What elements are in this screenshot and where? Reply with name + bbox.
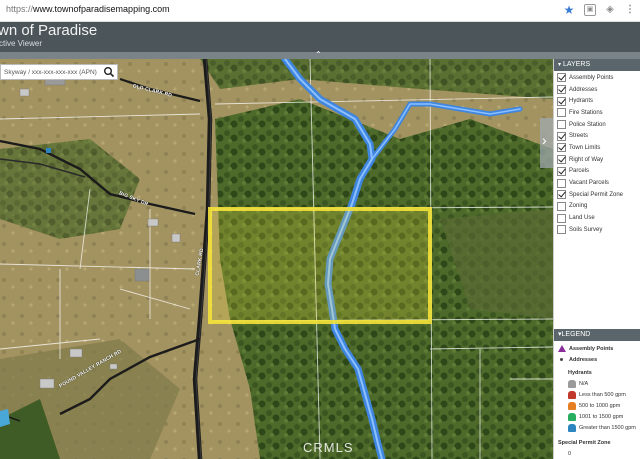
layer-item[interactable]: Police Station <box>557 119 640 131</box>
checkbox-checked[interactable] <box>557 155 566 165</box>
layer-list: Assembly Points Addresses Hydrants Fire Sta… <box>554 71 640 236</box>
layer-label: Hydrants <box>569 98 594 105</box>
highlighted-parcel <box>208 207 432 324</box>
checkbox-checked[interactable] <box>557 190 566 200</box>
search-icon[interactable] <box>103 66 115 78</box>
checkbox[interactable] <box>557 201 566 211</box>
layer-label: Assembly Points <box>569 74 614 81</box>
checkbox[interactable] <box>557 225 566 235</box>
triangle-icon <box>558 345 566 352</box>
layer-item[interactable]: Addresses <box>557 84 640 96</box>
hydrant-legend-item: 1001 to 1500 gpm <box>558 411 640 422</box>
layer-label: Vacant Parcels <box>569 180 609 187</box>
checkbox-checked[interactable] <box>557 73 566 83</box>
legend-title: LEGEND <box>561 331 591 338</box>
browser-address-bar: https://www.townofparadisemapping.com ★ … <box>0 0 640 22</box>
checkbox[interactable] <box>557 213 566 223</box>
legend-addresses-label: Addresses <box>569 356 598 363</box>
hydrant-icon <box>568 390 576 399</box>
layer-item[interactable]: Parcels <box>557 166 640 178</box>
checkbox-checked[interactable] <box>557 143 566 153</box>
hydrant-legend-item: Less than 500 gpm <box>558 389 640 400</box>
layers-header[interactable]: ▾ LAYERS <box>554 59 640 71</box>
panel-toggle-button[interactable]: › <box>540 118 553 168</box>
chevron-right-icon[interactable]: › <box>542 132 547 148</box>
layer-item[interactable]: Soils Survey <box>557 224 640 236</box>
hydrant-icon <box>568 423 576 432</box>
layer-label: Soils Survey <box>569 226 603 233</box>
layer-label: Special Permit Zone <box>569 191 624 198</box>
legend-body: Assembly Points Addresses Hydrants N/A Le… <box>554 343 640 459</box>
menu-icon[interactable]: ⋮ <box>624 4 636 16</box>
hydrant-icon <box>568 401 576 410</box>
chevron-up-icon[interactable]: ⌃ <box>315 50 322 59</box>
legend-assembly-label: Assembly Points <box>569 345 614 352</box>
app-header: wn of Paradise ctive Viewer <box>0 22 640 52</box>
extension-icon[interactable]: ▣ <box>584 4 596 16</box>
hydrant-legend-label: Less than 500 gpm <box>579 391 626 398</box>
layer-label: Land Use <box>569 215 595 222</box>
hydrant-legend-item: 500 to 1000 gpm <box>558 400 640 411</box>
hydrant-legend-item: N/A <box>558 378 640 389</box>
legend-hydrants-heading: Hydrants <box>568 369 592 376</box>
hydrant-legend-list: N/A Less than 500 gpm 500 to 1000 gpm 1001 … <box>558 378 640 433</box>
layer-label: Addresses <box>569 86 598 93</box>
layer-label: Zoning <box>569 203 588 210</box>
layer-item[interactable]: Right of Way <box>557 154 640 166</box>
checkbox-checked[interactable] <box>557 166 566 176</box>
star-icon[interactable]: ★ <box>563 4 575 16</box>
url-host: www.townofparadisemapping.com <box>33 4 170 14</box>
legend-assembly-points: Assembly Points <box>558 343 640 354</box>
checkbox[interactable] <box>557 178 566 188</box>
layer-label: Parcels <box>569 168 590 175</box>
hydrant-legend-item: Greater than 1500 gpm <box>558 422 640 433</box>
hydrant-legend-label: 500 to 1000 gpm <box>579 402 621 409</box>
map-view[interactable]: OLD CLARK RD BIG SKY DR CLARK RD POUND V… <box>0 59 553 459</box>
dot-icon <box>560 358 563 361</box>
layer-item[interactable]: Vacant Parcels <box>557 177 640 189</box>
layer-label: Streets <box>569 133 589 140</box>
search-box[interactable] <box>0 64 118 80</box>
layer-label: Fire Stations <box>569 109 603 116</box>
legend-special-permit-value: 0 <box>568 450 572 457</box>
aerial-imagery <box>0 59 553 459</box>
legend-header[interactable]: ▾LEGEND <box>554 329 640 341</box>
app-title: wn of Paradise <box>0 22 98 39</box>
search-input[interactable] <box>1 65 101 79</box>
layers-title: LAYERS <box>563 61 591 68</box>
checkbox[interactable] <box>557 108 566 118</box>
caret-down-icon: ▾ <box>558 62 562 68</box>
app-subtitle: ctive Viewer <box>0 39 42 48</box>
legend-special-permit-heading: Special Permit Zone <box>558 439 611 446</box>
hydrant-legend-label: Greater than 1500 gpm <box>579 424 636 431</box>
checkbox-checked[interactable] <box>557 85 566 95</box>
layer-label: Police Station <box>569 121 606 128</box>
checkbox-checked[interactable] <box>557 96 566 106</box>
checkbox-checked[interactable] <box>557 131 566 141</box>
legend-addresses: Addresses <box>558 354 640 365</box>
hydrant-legend-label: N/A <box>579 380 589 387</box>
extension-icon[interactable]: ◈ <box>604 4 616 16</box>
checkbox[interactable] <box>557 120 566 130</box>
layer-item[interactable]: Assembly Points <box>557 72 640 84</box>
layer-item[interactable]: Special Permit Zone <box>557 189 640 201</box>
layer-label: Town Limits <box>569 144 601 151</box>
hydrant-icon <box>568 379 576 388</box>
hydrant-icon <box>568 412 576 421</box>
side-panel: ▾ LAYERS Assembly Points Addresses Hydrants… <box>553 59 640 459</box>
hydrant-legend-label: 1001 to 1500 gpm <box>579 413 624 420</box>
header-collapse-bar[interactable]: ⌃ <box>0 50 640 59</box>
layer-item[interactable]: Zoning <box>557 201 640 213</box>
layer-item[interactable]: Fire Stations <box>557 107 640 119</box>
url-protocol: https:// <box>6 4 34 14</box>
layer-item[interactable]: Hydrants <box>557 95 640 107</box>
layer-item[interactable]: Streets <box>557 130 640 142</box>
layer-item[interactable]: Land Use <box>557 212 640 224</box>
url-field[interactable]: https://www.townofparadisemapping.com <box>6 4 170 14</box>
layer-label: Right of Way <box>569 156 604 163</box>
layer-item[interactable]: Town Limits <box>557 142 640 154</box>
watermark: CRMLS <box>303 440 354 455</box>
